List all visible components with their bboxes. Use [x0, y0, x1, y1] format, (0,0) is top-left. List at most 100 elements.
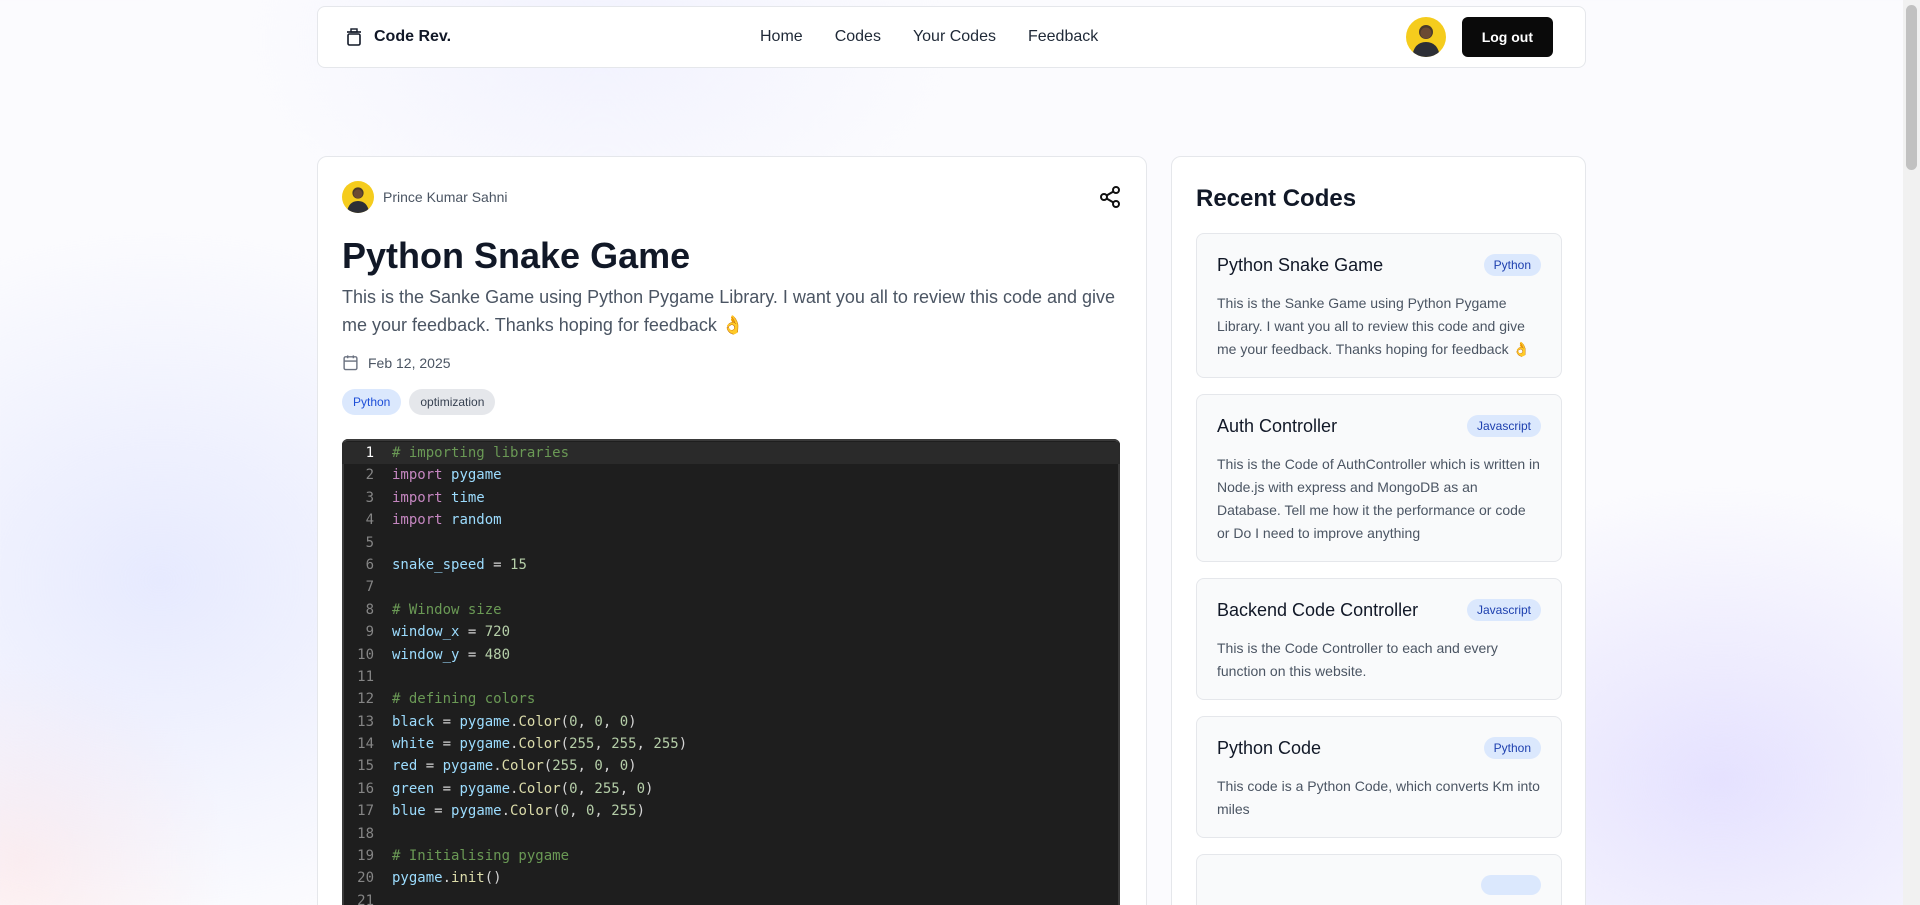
code-line[interactable]: 8 # Window size	[342, 599, 1120, 621]
code-text: blue = pygame.Color(0, 0, 255)	[392, 803, 645, 820]
recent-code-card[interactable]: Backend Code Controller Javascript This …	[1196, 578, 1562, 700]
logout-button[interactable]: Log out	[1461, 17, 1553, 57]
post-tags: Python optimization	[342, 389, 496, 415]
calendar-icon	[343, 355, 358, 371]
line-number: 8	[365, 601, 374, 618]
line-number: 1	[365, 445, 374, 461]
language-badge: Javascript	[1466, 599, 1541, 621]
line-number: 13	[357, 713, 374, 730]
recent-codes-title: Recent Codes	[1196, 185, 1357, 212]
code-text: pygame.init()	[392, 870, 502, 887]
code-line[interactable]: 20 pygame.init()	[342, 867, 1120, 889]
code-line[interactable]: 11	[342, 666, 1120, 688]
recent-code-card[interactable]: Auth Controller Javascript This is the C…	[1196, 394, 1562, 562]
line-number: 18	[357, 825, 374, 842]
code-line[interactable]: 13 black = pygame.Color(0, 0, 0)	[342, 711, 1120, 733]
code-text: # importing libraries	[392, 445, 570, 461]
code-line[interactable]: 21	[342, 890, 1120, 905]
share-icon[interactable]	[1098, 185, 1122, 209]
post-description: This is the Sanke Game using Python Pyga…	[342, 287, 1116, 335]
language-badge: Javascript	[1466, 415, 1541, 437]
code-line[interactable]: 9 window_x = 720	[342, 621, 1120, 643]
line-number: 2	[365, 467, 374, 484]
language-badge	[1481, 875, 1541, 895]
line-number: 15	[357, 758, 374, 775]
brand-name: Code Rev.	[374, 28, 452, 45]
nav-feedback-link[interactable]: Feedback	[1028, 28, 1098, 46]
code-line[interactable]: 4 import random	[342, 509, 1120, 531]
code-line[interactable]: 2 import pygame	[342, 464, 1120, 486]
nav-home-link[interactable]: Home	[760, 28, 803, 46]
line-number: 9	[365, 624, 374, 641]
code-line[interactable]: 5	[342, 532, 1120, 554]
post-title: Python Snake Game	[342, 235, 691, 276]
line-number: 7	[365, 579, 374, 596]
tag-topic[interactable]: optimization	[409, 389, 496, 415]
code-text: window_y = 480	[392, 646, 511, 663]
line-number: 10	[357, 646, 374, 663]
code-text: snake_speed = 15	[392, 556, 527, 573]
recent-code-description: This is the Code Controller to each and …	[1217, 640, 1498, 679]
code-line[interactable]: 16 green = pygame.Color(0, 255, 0)	[342, 778, 1120, 800]
author-name[interactable]: Prince Kumar Sahni	[383, 189, 508, 205]
code-line[interactable]: 10 window_y = 480	[342, 644, 1120, 666]
post-date-row: Feb 12, 2025	[342, 354, 451, 371]
author-avatar[interactable]	[342, 181, 374, 213]
tag-language[interactable]: Python	[342, 389, 402, 415]
recent-code-title: Python Snake Game	[1217, 254, 1384, 275]
code-line[interactable]: 19 # Initialising pygame	[342, 845, 1120, 867]
nav-user-area: Log out	[1405, 7, 1553, 67]
code-text: import pygame	[392, 467, 502, 484]
code-line[interactable]: 1 # importing libraries	[342, 442, 1120, 465]
recent-code-title: Python Code	[1217, 737, 1322, 758]
code-text: # Initialising pygame	[392, 848, 570, 865]
avatar-person-image	[346, 187, 370, 213]
language-badge: Python	[1483, 254, 1541, 276]
navbar: Code Rev. Home Codes Your Codes Feedback…	[317, 6, 1586, 68]
line-number: 3	[365, 489, 374, 506]
code-line[interactable]: 14 white = pygame.Color(255, 255, 255)	[342, 733, 1120, 755]
author-row: Prince Kumar Sahni	[342, 181, 508, 213]
code-text: import random	[392, 512, 502, 529]
code-line[interactable]: 15 red = pygame.Color(255, 0, 0)	[342, 755, 1120, 777]
user-avatar[interactable]	[1405, 17, 1446, 57]
code-line[interactable]: 17 blue = pygame.Color(0, 0, 255)	[342, 800, 1120, 822]
recent-code-title: Auth Controller	[1217, 415, 1338, 436]
recent-codes-list: Python Snake Game Python This is the San…	[1196, 233, 1562, 905]
line-number: 17	[357, 803, 374, 820]
code-editor[interactable]: 1 # importing libraries 2 import pygame 3 imp…	[342, 439, 1120, 905]
recent-codes-panel: Recent Codes Python Snake Game Python Th…	[1171, 156, 1586, 905]
nav-links: Home Codes Your Codes Feedback	[760, 7, 1098, 67]
code-line[interactable]: 7	[342, 576, 1120, 598]
scrollbar-thumb[interactable]	[1906, 5, 1917, 170]
code-post-card: Prince Kumar Sahni Python Snake Game Thi…	[317, 156, 1147, 905]
recent-code-header: Auth Controller Javascript	[1217, 415, 1541, 437]
recent-code-description: This is the Sanke Game using Python Pyga…	[1217, 295, 1530, 357]
line-number: 6	[365, 556, 374, 573]
page-scrollbar[interactable]	[1903, 0, 1920, 905]
code-line[interactable]: 18	[342, 823, 1120, 845]
recent-code-description: This is the Code of AuthController which…	[1217, 456, 1540, 541]
code-text: red = pygame.Color(255, 0, 0)	[392, 758, 637, 775]
recent-code-header: Python Snake Game Python	[1217, 254, 1541, 276]
code-text: white = pygame.Color(255, 255, 255)	[392, 736, 688, 753]
nav-your-codes-link[interactable]: Your Codes	[913, 28, 996, 46]
recent-code-card[interactable]: Python Code Python This code is a Python…	[1196, 716, 1562, 838]
avatar-person-image	[1411, 25, 1440, 57]
brand-logo[interactable]: Code Rev.	[346, 7, 451, 67]
recent-code-card[interactable]	[1196, 854, 1562, 905]
line-number: 12	[357, 691, 374, 708]
code-line[interactable]: 3 import time	[342, 487, 1120, 509]
line-number: 19	[357, 848, 374, 865]
post-date: Feb 12, 2025	[368, 354, 451, 371]
code-line[interactable]: 12 # defining colors	[342, 688, 1120, 710]
nav-codes-link[interactable]: Codes	[835, 28, 881, 46]
line-number: 5	[365, 534, 374, 551]
recent-code-card[interactable]: Python Snake Game Python This is the San…	[1196, 233, 1562, 378]
code-line[interactable]: 6 snake_speed = 15	[342, 554, 1120, 576]
